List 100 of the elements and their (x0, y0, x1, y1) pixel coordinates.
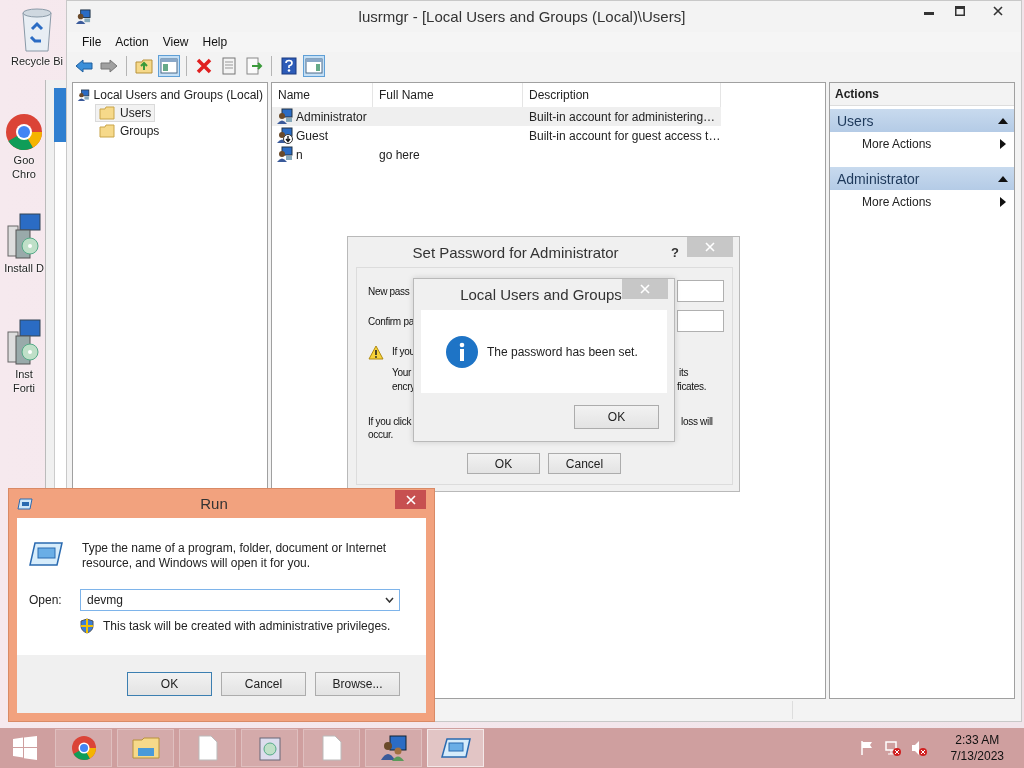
export-icon (245, 57, 263, 75)
action-item[interactable]: More Actions (830, 132, 1014, 156)
user-icon (276, 108, 293, 125)
run-icon (29, 541, 63, 567)
description: Built-in account for administering… (529, 109, 716, 124)
installer-icon (6, 318, 42, 366)
instruction-text: Type the name of a program, folder, document or Internet resource, and Windows will open it for you. (82, 541, 388, 571)
run-app-icon (17, 497, 33, 510)
network-error-icon[interactable] (884, 740, 901, 756)
taskbar-button[interactable] (365, 729, 422, 767)
action-section-header[interactable]: Users (830, 109, 1014, 132)
actions-header: Actions (830, 83, 1014, 106)
help-button[interactable]: ? (663, 244, 687, 260)
dialog-text: Your (392, 367, 411, 378)
password-field[interactable] (677, 310, 724, 332)
command-combobox[interactable]: devmg (80, 589, 400, 611)
folder-icon (99, 106, 115, 120)
shield-icon (80, 618, 94, 634)
folder-icon (99, 124, 115, 138)
dialog-button[interactable]: Browse... (315, 672, 400, 696)
field-label: Open: (29, 593, 63, 607)
password-field[interactable] (677, 280, 724, 302)
menu-item[interactable]: Action (108, 35, 156, 49)
taskbar-button[interactable] (303, 729, 360, 767)
properties-icon (220, 57, 238, 75)
toolbar-button[interactable] (278, 55, 300, 77)
app-icon (75, 8, 91, 25)
dialog-text: If you click (368, 416, 412, 427)
menu-item[interactable]: View (155, 35, 196, 49)
window-title: lusrmgr - [Local Users and Groups (Local)\Users] (357, 8, 687, 25)
dialog-button[interactable]: Cancel (548, 453, 621, 474)
tree-item[interactable]: Groups (95, 122, 164, 140)
computer-users-icon (77, 86, 90, 104)
delete-icon (195, 57, 213, 75)
action-item[interactable]: More Actions (830, 190, 1014, 214)
clock-date[interactable]: 7/13/2023 (950, 748, 1004, 764)
dialog-title: Set Password for Administrator (411, 243, 620, 261)
help-icon (280, 57, 298, 75)
dialog-title: Run (199, 495, 229, 512)
folder-up-icon (135, 57, 153, 75)
close-icon (705, 242, 715, 252)
list-row[interactable]: Administrator Built-in account for administering… (272, 107, 721, 126)
taskbar-button[interactable] (55, 729, 112, 767)
windows-logo-icon (13, 736, 37, 760)
note-text: This task will be created with administrative privileges. (103, 619, 391, 633)
icon-label: Goo (13, 154, 35, 166)
tree-item[interactable]: Users (95, 104, 156, 122)
icon-label: Recycle Bi (11, 55, 63, 67)
speaker-muted-icon[interactable] (910, 740, 927, 756)
menu-item[interactable]: File (75, 35, 109, 49)
installer-icon (6, 212, 42, 260)
back-arrow-icon (75, 57, 93, 75)
user-icon (276, 146, 293, 163)
taskbar-button[interactable] (179, 729, 236, 767)
clock-time[interactable]: 2:33 AM (955, 732, 1000, 748)
dialog-text: ficates. (677, 381, 707, 392)
list-row[interactable]: n go here (272, 145, 721, 164)
user-name: Administrator (296, 109, 367, 124)
pane-icon (305, 57, 323, 75)
installer-icon (257, 734, 282, 762)
chrome-icon (70, 735, 97, 761)
dialog-text: loss will (681, 416, 713, 427)
dialog-text: its (679, 367, 689, 378)
action-label: More Actions (862, 137, 932, 151)
close-button[interactable] (395, 490, 426, 509)
message-text: The password has been set. (487, 344, 638, 359)
dialog-button[interactable]: OK (127, 672, 212, 696)
full-name: go here (379, 147, 420, 162)
taskbar-button[interactable] (241, 729, 298, 767)
chrome-icon (4, 112, 44, 152)
dialog-button[interactable]: Cancel (221, 672, 306, 696)
close-icon (405, 494, 416, 505)
ok-button[interactable]: OK (574, 405, 659, 429)
list-row[interactable]: Guest Built-in account for guest access t… (272, 126, 721, 145)
forward-arrow-icon (100, 57, 118, 75)
close-icon (993, 6, 1003, 16)
description: Built-in account for guest access t… (529, 128, 721, 143)
toolbar-button[interactable] (243, 55, 265, 77)
icon-label: Chro (12, 168, 36, 180)
user-icon (276, 127, 293, 144)
menu-item[interactable]: Help (195, 35, 235, 49)
user-name: n (296, 147, 303, 162)
action-label: More Actions (862, 195, 932, 209)
taskbar-button[interactable] (117, 729, 174, 767)
dialog-text: occur. (368, 429, 393, 440)
flag-icon[interactable] (858, 740, 875, 756)
icon-label: Install D (4, 262, 44, 274)
maximize-icon (954, 6, 965, 16)
tree-root-label[interactable]: Local Users and Groups (Local) (93, 88, 263, 102)
dialog-title: Local Users and Groups (459, 286, 622, 303)
action-section-header[interactable]: Administrator (830, 167, 1014, 190)
users-icon (379, 734, 408, 762)
dialog-text: New pass (368, 286, 410, 297)
run-icon (440, 737, 471, 759)
submenu-arrow-icon (1000, 139, 1006, 149)
user-name: Guest (296, 128, 328, 143)
section-title: Users (837, 112, 874, 129)
document-icon (197, 735, 218, 761)
dialog-button[interactable]: OK (467, 453, 540, 474)
taskbar-button[interactable] (427, 729, 484, 767)
